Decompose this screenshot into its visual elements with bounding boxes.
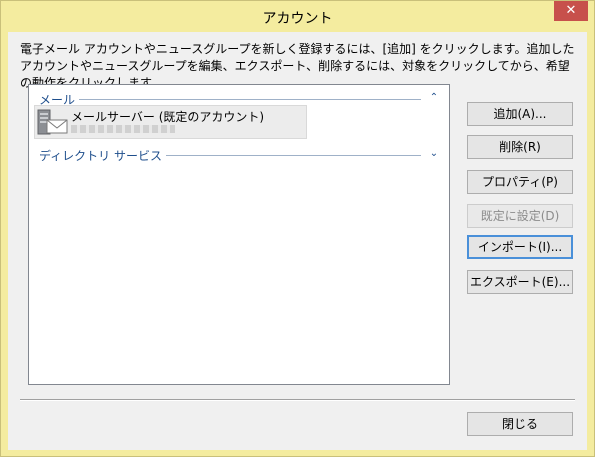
remove-button[interactable]: 削除(R) bbox=[467, 135, 573, 159]
close-button[interactable]: 閉じる bbox=[467, 412, 573, 436]
group-header-directory-services[interactable]: ディレクトリ サービス ⌄ bbox=[39, 147, 441, 165]
add-button[interactable]: 追加(A)... bbox=[467, 102, 573, 126]
collapse-up-chevron-icon[interactable]: ⌃ bbox=[427, 90, 441, 106]
dialog-client-area: 電子メール アカウントやニュースグループを新しく登録するには、[追加] をクリッ… bbox=[8, 32, 587, 450]
window-title: アカウント bbox=[262, 11, 333, 27]
title-bar[interactable]: アカウント ✕ bbox=[1, 1, 594, 32]
expand-down-chevron-icon[interactable]: ⌄ bbox=[427, 146, 441, 162]
close-window-button[interactable]: ✕ bbox=[554, 1, 588, 21]
mail-server-icon bbox=[37, 109, 68, 135]
set-default-button[interactable]: 既定に設定(D) bbox=[467, 204, 573, 228]
footer-separator bbox=[20, 399, 575, 401]
account-item-mail-server[interactable]: メールサーバー (既定のアカウント) bbox=[34, 105, 307, 139]
group-divider bbox=[39, 99, 421, 100]
import-button[interactable]: インポート(I)... bbox=[467, 235, 573, 259]
properties-button[interactable]: プロパティ(P) bbox=[467, 170, 573, 194]
account-name: メールサーバー (既定のアカウント) bbox=[71, 110, 265, 124]
export-button[interactable]: エクスポート(E)... bbox=[467, 270, 573, 294]
accounts-listbox[interactable]: メール ⌃ メールサーバー (既定のアカウント) ディレクトリ サービス ⌄ bbox=[28, 84, 450, 385]
group-label-directory-services: ディレクトリ サービス bbox=[39, 147, 166, 164]
accounts-dialog-window: アカウント ✕ 電子メール アカウントやニュースグループを新しく登録するには、[… bbox=[0, 0, 595, 457]
redacted-account-detail bbox=[71, 125, 175, 133]
